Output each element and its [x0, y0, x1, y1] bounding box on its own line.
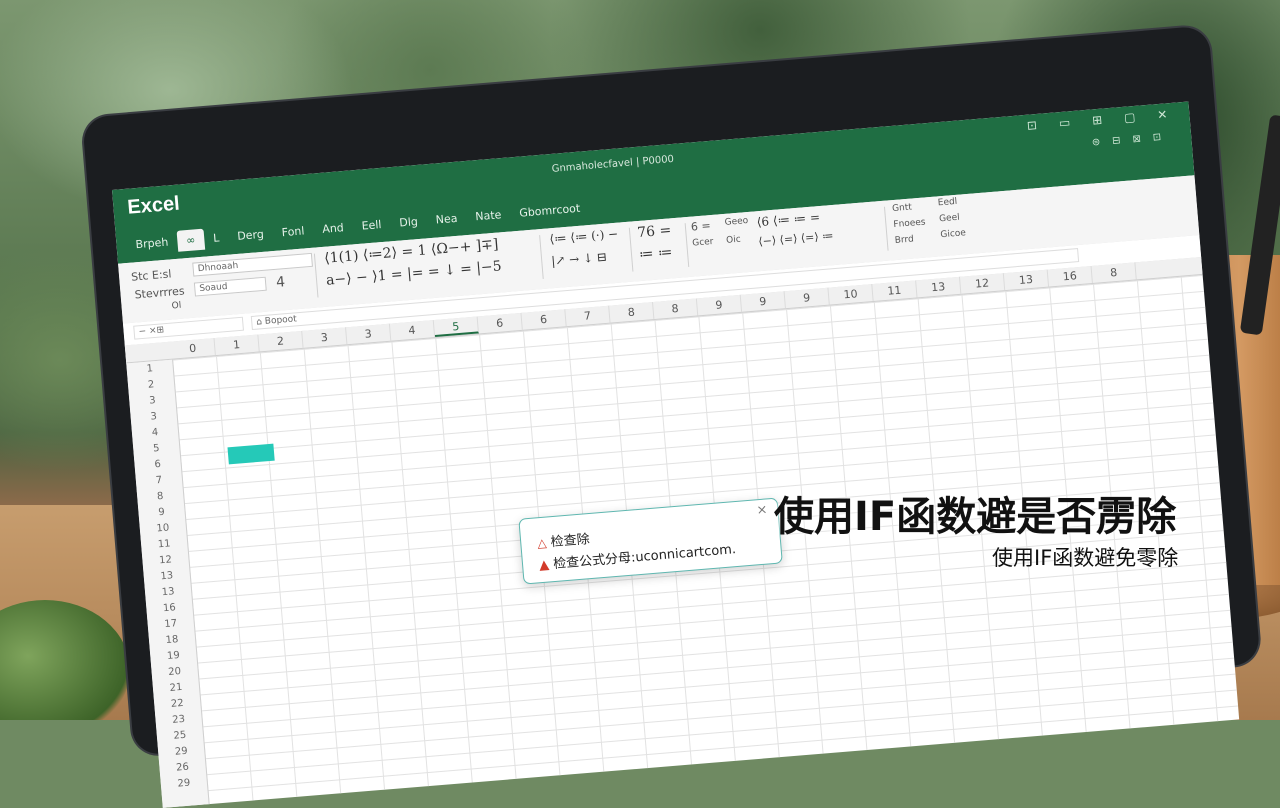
ribbon-separator [539, 235, 544, 280]
ribbon-label-styles[interactable]: Stevrrres [134, 284, 185, 301]
tab-review[interactable]: Dlg [390, 210, 428, 234]
tab-view[interactable]: Nea [426, 207, 467, 231]
font-size-value[interactable]: 4 [276, 274, 286, 291]
style-label-3[interactable]: Geeo [724, 216, 748, 228]
function-row-mid[interactable]: ⟨−⟩ ⟨=⟩ ⟨=⟩ ≔ [758, 229, 834, 248]
comments-icon[interactable]: ⊟ [1112, 135, 1121, 147]
column-header[interactable]: 8 [653, 298, 699, 319]
ribbon-label-paste[interactable]: Stc E:sl [131, 267, 172, 283]
share-icon[interactable]: ⊜ [1091, 137, 1100, 149]
highlighted-cell[interactable] [227, 443, 275, 465]
column-header[interactable]: 5 [433, 316, 479, 338]
column-header[interactable]: 13 [1003, 269, 1050, 291]
editing-label-1[interactable]: Eedl [937, 197, 957, 209]
close-icon[interactable]: ✕ [1157, 107, 1168, 122]
style-label-4[interactable]: Oic [726, 235, 741, 246]
tab-automate[interactable]: Nate [466, 203, 512, 228]
ribbon-separator [883, 206, 889, 251]
column-header[interactable]: 10 [828, 284, 874, 305]
account-icon[interactable]: ⊡ [1152, 132, 1161, 144]
column-header[interactable]: 8 [1091, 262, 1137, 283]
column-header[interactable]: 13 [916, 276, 962, 298]
popup-line-1: △ 检查除 [536, 528, 590, 551]
document-title: Gnmaholecfavel | P0000 [551, 153, 675, 175]
column-header[interactable]: 3 [302, 327, 348, 348]
editing-label-2[interactable]: Geel [939, 213, 960, 225]
tab-file[interactable]: Brpeh [126, 231, 178, 256]
column-header[interactable]: 4 [389, 320, 436, 341]
column-header[interactable]: 6 [521, 309, 567, 330]
tab-home[interactable]: ∞ [176, 228, 206, 252]
number-format-bottom[interactable]: ≔ ≔ [638, 244, 673, 263]
equation-mid-top[interactable]: ⟨≔ ⟨≔ (·) − [549, 227, 619, 247]
number-format-top[interactable]: 76 = [637, 222, 672, 241]
column-header[interactable]: 9 [696, 294, 743, 316]
column-header[interactable]: 11 [872, 280, 918, 301]
layout-icon[interactable]: ⊞ [1092, 113, 1103, 128]
cells-label-1[interactable]: Gntt [892, 203, 913, 215]
equation-mid-bottom[interactable]: |↗ → ↓ ⊟ [551, 250, 608, 269]
font-style-input[interactable]: Soaud [193, 276, 267, 297]
style-label-2[interactable]: Gcer [692, 237, 714, 249]
app-name: Excel [126, 192, 181, 219]
tab-page-layout[interactable]: Fonl [272, 220, 314, 244]
tab-data[interactable]: Eell [352, 213, 391, 237]
minimize-icon[interactable]: ▭ [1058, 115, 1070, 130]
tab-formulas[interactable]: And [312, 216, 353, 240]
column-header[interactable]: 12 [959, 273, 1006, 294]
column-header[interactable]: 7 [565, 305, 611, 327]
font-name-input[interactable]: Dhnoaah [192, 252, 313, 277]
close-icon[interactable]: × [756, 502, 768, 518]
caption-title: 使用IF函数避是否雳除 [774, 494, 1177, 540]
settings-icon[interactable]: ⊠ [1132, 134, 1141, 146]
column-header[interactable]: 8 [609, 302, 655, 323]
column-header[interactable]: 9 [740, 291, 786, 312]
cells-label-2[interactable]: Fnoees [893, 217, 926, 230]
column-header[interactable]: 1 [214, 334, 260, 356]
error-check-popup: × △ 检查除 ▲ 检查公式分母:uconnicartcom. [518, 497, 783, 585]
tab-help[interactable]: Gbomrcoot [509, 197, 590, 224]
maximize-icon[interactable]: ▢ [1124, 110, 1136, 125]
column-header[interactable]: 9 [784, 287, 830, 309]
ribbon-label-clipboard: Ol [171, 300, 182, 312]
laptop-screen: Excel Gnmaholecfavel | P0000 ⊡ ▭ ⊞ ▢ ✕ ⊜… [112, 101, 1240, 808]
row-header[interactable]: 29 [160, 774, 207, 794]
popup-line-1-text: 检查除 [550, 532, 591, 551]
tab-insert[interactable]: L [203, 227, 229, 250]
title-secondary-controls: ⊜ ⊟ ⊠ ⊡ [1091, 132, 1161, 149]
function-row-top[interactable]: ⟨6 ⟨≔ ≔ = [756, 210, 820, 229]
ribbon-separator [684, 223, 690, 268]
caption-subtitle: 使用IF函数避免零除 [992, 546, 1179, 570]
tab-draw[interactable]: Derg [228, 223, 274, 248]
cells-label-3[interactable]: Brrd [894, 234, 914, 246]
column-header[interactable]: 3 [346, 323, 392, 345]
column-header[interactable]: 0 [170, 338, 216, 359]
ribbon-separator [313, 253, 319, 298]
column-header[interactable]: 16 [1047, 265, 1093, 287]
warning-outline-icon: △ [536, 535, 548, 551]
ribbon-display-icon[interactable]: ⊡ [1026, 118, 1037, 133]
ribbon-separator [628, 227, 634, 272]
column-header[interactable]: 6 [477, 312, 523, 334]
editing-label-3[interactable]: Gicoe [940, 228, 966, 240]
warning-filled-icon: ▲ [538, 557, 550, 574]
column-header[interactable]: 2 [258, 330, 304, 352]
style-label-1[interactable]: 6 = [690, 219, 711, 234]
